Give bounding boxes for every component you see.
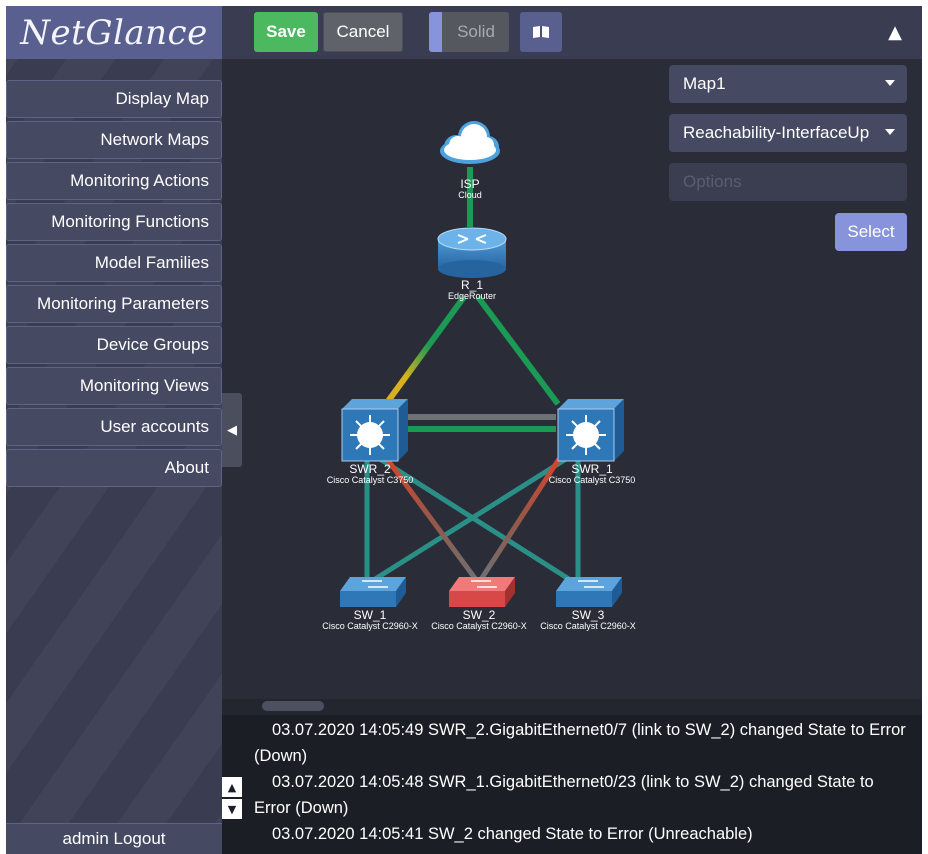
sidebar-item-monitoring-parameters[interactable]: Monitoring Parameters xyxy=(6,285,222,323)
sidebar-item-label: About xyxy=(164,458,209,477)
sidebar-item-label: Network Maps xyxy=(100,130,209,149)
network-map-svg: ISP Cloud R_1 EdgeRouter SWR_2 Cisco Cat… xyxy=(322,121,636,631)
log-entries: 03.07.2020 14:05:49 SWR_2.GigabitEtherne… xyxy=(254,717,914,847)
chevron-down-icon xyxy=(885,129,895,135)
device-name: R_1 xyxy=(461,278,483,292)
sidebar-item-model-families[interactable]: Model Families xyxy=(6,244,222,282)
options-input[interactable] xyxy=(669,163,907,201)
sidebar-item-label: Model Families xyxy=(94,253,209,272)
sidebar: NetGlance Display Map Network Maps Monit… xyxy=(6,6,222,854)
switch-icon xyxy=(340,577,406,607)
logout-label: admin Logout xyxy=(62,829,166,848)
device-name: SWR_2 xyxy=(349,462,391,476)
device-sw2[interactable]: SW_2 Cisco Catalyst C2960-X xyxy=(431,577,527,631)
event-log: ▲ ▼ 03.07.2020 14:05:49 SWR_2.GigabitEth… xyxy=(222,715,922,854)
router-icon xyxy=(437,227,507,278)
sidebar-item-label: Monitoring Functions xyxy=(51,212,209,231)
sidebar-item-display-map[interactable]: Display Map xyxy=(6,80,222,118)
device-isp[interactable]: ISP Cloud xyxy=(440,121,500,200)
app-logo: NetGlance xyxy=(6,6,222,59)
select-button[interactable]: Select xyxy=(835,213,907,251)
sidebar-item-label: Device Groups xyxy=(96,335,209,354)
sidebar-item-about[interactable]: About xyxy=(6,449,222,487)
cancel-button[interactable]: Cancel xyxy=(323,12,403,52)
log-scroll-up-button[interactable]: ▲ xyxy=(222,777,242,797)
map-select[interactable]: Map1 xyxy=(669,65,907,103)
solid-toggle-knob xyxy=(429,12,442,52)
map-horizontal-scrollbar[interactable] xyxy=(222,699,922,715)
device-model: EdgeRouter xyxy=(448,291,496,301)
device-name: SW_2 xyxy=(463,608,496,622)
monitoring-view-select[interactable]: Reachability-InterfaceUp xyxy=(669,114,907,152)
log-entry: 03.07.2020 14:05:48 SWR_1.GigabitEtherne… xyxy=(254,773,874,817)
switch-icon xyxy=(556,577,622,607)
sidebar-item-label: Monitoring Actions xyxy=(70,171,209,190)
top-toolbar: Save Cancel Solid ▲ xyxy=(222,6,922,59)
netglance-app: NetGlance Display Map Network Maps Monit… xyxy=(6,6,922,854)
device-model: Cisco Catalyst C2960-X xyxy=(431,621,527,631)
log-scroll-down-button[interactable]: ▼ xyxy=(222,799,242,819)
save-button[interactable]: Save xyxy=(254,12,318,52)
device-name: SW_1 xyxy=(354,608,387,622)
chevron-down-icon xyxy=(885,80,895,86)
map-select-value: Map1 xyxy=(683,74,726,93)
device-model: Cisco Catalyst C3750 xyxy=(327,475,414,485)
monitoring-view-select-value: Reachability-InterfaceUp xyxy=(683,123,870,142)
device-sw3[interactable]: SW_3 Cisco Catalyst C2960-X xyxy=(540,577,636,631)
scrollbar-thumb[interactable] xyxy=(262,701,324,711)
sidebar-item-user-accounts[interactable]: User accounts xyxy=(6,408,222,446)
book-button[interactable] xyxy=(520,12,562,52)
sidebar-item-monitoring-actions[interactable]: Monitoring Actions xyxy=(6,162,222,200)
device-name: SWR_1 xyxy=(571,462,613,476)
device-r1[interactable]: R_1 EdgeRouter xyxy=(437,227,507,301)
triangle-left-icon: ◀ xyxy=(227,422,237,438)
network-map-canvas[interactable]: ISP Cloud R_1 EdgeRouter SWR_2 Cisco Cat… xyxy=(222,59,922,699)
sidebar-item-label: User accounts xyxy=(100,417,209,436)
device-name: ISP xyxy=(460,177,479,191)
multilayer-switch-icon xyxy=(341,399,408,462)
sidebar-item-network-maps[interactable]: Network Maps xyxy=(6,121,222,159)
sidebar-item-monitoring-views[interactable]: Monitoring Views xyxy=(6,367,222,405)
device-name: SW_3 xyxy=(572,608,605,622)
sidebar-item-label: Monitoring Parameters xyxy=(37,294,209,313)
sidebar-item-label: Display Map xyxy=(115,89,209,108)
solid-toggle[interactable]: Solid xyxy=(429,12,509,52)
sidebar-item-device-groups[interactable]: Device Groups xyxy=(6,326,222,364)
link-r1-swr2[interactable] xyxy=(383,295,467,406)
cloud-icon xyxy=(440,121,500,164)
sidebar-item-monitoring-functions[interactable]: Monitoring Functions xyxy=(6,203,222,241)
multilayer-switch-icon xyxy=(557,399,624,462)
sidebar-nav: Display Map Network Maps Monitoring Acti… xyxy=(6,80,222,490)
device-model: Cisco Catalyst C2960-X xyxy=(540,621,636,631)
book-icon xyxy=(533,26,549,38)
solid-toggle-label: Solid xyxy=(457,22,495,41)
device-swr1[interactable]: SWR_1 Cisco Catalyst C3750 xyxy=(549,399,636,485)
device-model: Cisco Catalyst C3750 xyxy=(549,475,636,485)
log-entry: 03.07.2020 14:05:49 SWR_2.GigabitEtherne… xyxy=(254,721,906,765)
device-sw1[interactable]: SW_1 Cisco Catalyst C2960-X xyxy=(322,577,418,631)
logout-button[interactable]: admin Logout xyxy=(6,823,222,854)
device-model: Cisco Catalyst C2960-X xyxy=(322,621,418,631)
switch-icon xyxy=(449,577,515,607)
link-r1-swr1[interactable] xyxy=(475,295,561,406)
app-logo-text: NetGlance xyxy=(20,12,208,53)
sidebar-item-label: Monitoring Views xyxy=(79,376,209,395)
sidebar-collapse-handle[interactable]: ◀ xyxy=(222,393,242,467)
device-model: Cloud xyxy=(458,190,482,200)
log-entry: 03.07.2020 14:05:41 SW_2 changed State t… xyxy=(272,825,753,843)
triangle-up-icon[interactable]: ▲ xyxy=(888,22,902,43)
